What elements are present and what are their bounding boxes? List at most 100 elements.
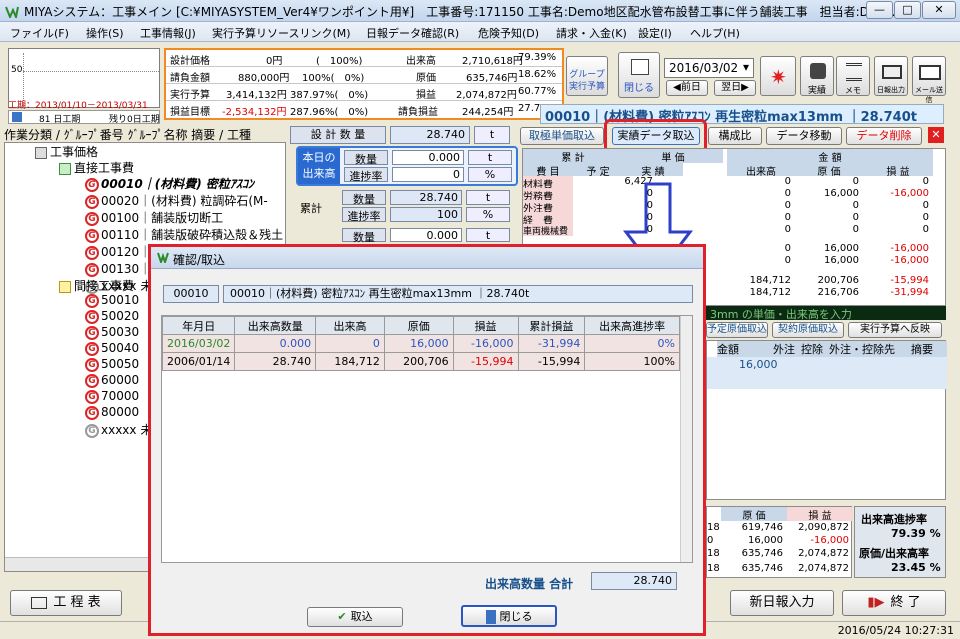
reflect-budget-button[interactable]: 実行予算へ反映 bbox=[848, 322, 942, 338]
col-qty: 出来高数量 bbox=[234, 316, 317, 335]
summary-pct2: 18.62% bbox=[518, 69, 557, 80]
next-day-button[interactable]: 翌日▶ bbox=[714, 80, 756, 96]
tree-item[interactable]: G 00100｜舗装版切断工 bbox=[85, 209, 223, 226]
tree-indirect-cost[interactable]: 間接工事費 bbox=[59, 277, 134, 294]
mail-send-button[interactable]: メール送信 bbox=[912, 56, 946, 104]
close-button[interactable]: 閉じる bbox=[618, 52, 660, 98]
grid-row-progress: 0 bbox=[784, 200, 791, 211]
data-move-button[interactable]: データ移動 bbox=[766, 127, 842, 145]
detail-row[interactable]: 16,000 bbox=[707, 357, 947, 373]
close-red-icon[interactable]: ✕ bbox=[928, 127, 944, 143]
menu-help[interactable]: ヘルプ(H) bbox=[690, 25, 740, 41]
total-progress: 0 bbox=[784, 243, 791, 254]
tree-item-label: 00020｜(材料費) 粒調砕石(M- bbox=[101, 194, 268, 208]
minimize-button[interactable]: — bbox=[866, 1, 893, 19]
menu-budget-link[interactable]: 実行予算リソースリンク(M) bbox=[212, 25, 351, 41]
group-budget-button[interactable]: グループ実行予算 bbox=[566, 56, 608, 96]
design-qty-unit: t bbox=[474, 126, 510, 144]
bottom-summary-grid: 原 価 損 益 18 619,746 2,090,872 0 16,000 -1… bbox=[706, 506, 853, 578]
menu-file[interactable]: ファイル(F) bbox=[10, 25, 69, 41]
composition-button[interactable]: 構成比 bbox=[708, 127, 762, 145]
tree-item[interactable]: G 50050 bbox=[85, 357, 139, 372]
dialog-table-scrollbar[interactable] bbox=[680, 316, 692, 562]
tree-item[interactable]: G 80000 bbox=[85, 405, 139, 420]
dialog-close-button[interactable]: 閉じる bbox=[461, 605, 557, 627]
menu-operation[interactable]: 操作(S) bbox=[86, 25, 124, 41]
tree-item-label: 50050 bbox=[101, 357, 140, 371]
schedule-button[interactable]: 工 程 表 bbox=[10, 590, 122, 616]
actual-pull-label: 実績データ取込 bbox=[617, 129, 695, 142]
maximize-button[interactable]: □ bbox=[894, 1, 921, 19]
menu-project-info[interactable]: 工事情報(J) bbox=[140, 25, 196, 41]
total-profit: -16,000 bbox=[890, 243, 929, 254]
today-rate-label: 進捗率 bbox=[344, 167, 388, 183]
tree-item[interactable]: G 00020｜(材料費) 粒調砕石(M- bbox=[85, 192, 268, 209]
tree-item[interactable]: G 00010｜(材料費) 密粒ｱｽｺﾝ bbox=[85, 175, 254, 192]
row-qty: 0.000 bbox=[234, 334, 317, 353]
tree-item[interactable]: G 50010 bbox=[85, 293, 139, 308]
menu-settings[interactable]: 設定(I) bbox=[638, 25, 672, 41]
group-budget-label: グループ実行予算 bbox=[568, 70, 605, 92]
close-window-button[interactable]: ✕ bbox=[922, 1, 956, 19]
tree-item[interactable]: G 50020 bbox=[85, 309, 139, 324]
tree-item[interactable]: G 70000 bbox=[85, 389, 139, 404]
grid-header-plan: 予 定 bbox=[573, 163, 623, 178]
progress-rate-value: 79.39 % bbox=[891, 527, 941, 540]
prev-day-button[interactable]: ◀前日 bbox=[666, 80, 708, 96]
tree-item[interactable]: Gxxxxx 未 bbox=[85, 421, 152, 438]
data-delete-button[interactable]: データ削除 bbox=[846, 127, 922, 145]
tree-item[interactable]: G 00110｜舗装版破砕積込殻＆残土 bbox=[85, 226, 283, 243]
today-rate-input[interactable]: 0 bbox=[392, 167, 464, 182]
memo-button[interactable]: メモ bbox=[836, 56, 870, 96]
grid-row-cost: 0 bbox=[852, 212, 859, 223]
end-label: 終 了 bbox=[890, 595, 921, 610]
summary-pct: ( 100%) bbox=[316, 56, 363, 67]
result-button[interactable]: 実績 bbox=[800, 56, 834, 96]
summary-label2: 原価 bbox=[416, 73, 436, 84]
menu-billing[interactable]: 請求・入金(K) bbox=[556, 25, 627, 41]
tree-item[interactable]: G 50030 bbox=[85, 325, 139, 340]
tree-item-label: xxxxx 未 bbox=[101, 423, 153, 437]
date-picker[interactable]: 2016/03/02 ▾ bbox=[664, 58, 754, 78]
chart-axis-top: 50 bbox=[11, 65, 23, 75]
summary-amount: 880,000円 bbox=[238, 73, 290, 84]
new-daily-button[interactable]: 新日報入力 bbox=[730, 590, 834, 616]
summary-row: 実行予算 3,414,132円 387.97%( 0%) 損益 2,074,87… bbox=[166, 84, 562, 101]
design-qty-value: 28.740 bbox=[390, 126, 470, 144]
actual-data-pull-button[interactable]: 実績データ取込 bbox=[612, 127, 700, 145]
dialog-code-box: 00010 bbox=[163, 285, 219, 303]
table-row[interactable]: 2016/03/02 0.000 0 16,000 -16,000 -31,99… bbox=[161, 334, 680, 353]
grid-total-row: 0 16,000 -16,000 bbox=[727, 243, 933, 255]
tree-item[interactable]: G 50040 bbox=[85, 341, 139, 356]
flash-button[interactable]: ✷ bbox=[760, 56, 796, 96]
item-g-icon: G bbox=[85, 245, 99, 260]
today-qty-input[interactable]: 0.000 bbox=[392, 150, 464, 165]
tree-root[interactable]: 工事価格 bbox=[35, 143, 98, 160]
menu-daily-check[interactable]: 日報データ確認(R) bbox=[366, 25, 459, 41]
bottom-h-profit: 損 益 bbox=[787, 507, 853, 522]
daily-report-button[interactable]: 日報出力 bbox=[874, 56, 908, 96]
next-qty-label: 数量 bbox=[342, 228, 386, 244]
grid-row: 材料費 6,427 0 0 0 bbox=[523, 176, 933, 191]
menu-hazard[interactable]: 危険予知(D) bbox=[478, 25, 539, 41]
dialog-app-icon bbox=[157, 251, 169, 266]
tree-direct-cost[interactable]: 直接工事費 bbox=[59, 159, 134, 176]
detail-row-empty[interactable] bbox=[707, 373, 947, 389]
prev-day-label: 前日 bbox=[680, 82, 701, 93]
tree-item-label: 50010 bbox=[101, 293, 140, 307]
col-rate: 出来高進捗率 bbox=[584, 316, 680, 335]
row-progress: 184,712 bbox=[315, 352, 385, 371]
tree-item[interactable]: G 60000 bbox=[85, 373, 139, 388]
pull-planned-cost-button[interactable]: 予定原価取込 bbox=[706, 322, 768, 338]
summary-label2: 損益 bbox=[416, 90, 436, 101]
import-button[interactable]: ✔ 取込 bbox=[307, 607, 403, 627]
tree-item[interactable]: G 00130｜ bbox=[85, 260, 151, 277]
summary-label: 損益目標 bbox=[170, 107, 210, 118]
table-row[interactable]: 2006/01/14 28.740 184,712 200,706 -15,99… bbox=[161, 352, 680, 371]
dialog-code: 00010 bbox=[173, 287, 209, 300]
grid-row-name: 材料費 bbox=[523, 176, 573, 191]
pull-contract-cost-button[interactable]: 契約原価取込 bbox=[772, 322, 844, 338]
end-button[interactable]: ▮▶ 終 了 bbox=[842, 590, 946, 616]
pull-unit-price-button[interactable]: 取極単価取込 bbox=[520, 127, 604, 145]
grid-row-progress: 0 bbox=[784, 176, 791, 187]
